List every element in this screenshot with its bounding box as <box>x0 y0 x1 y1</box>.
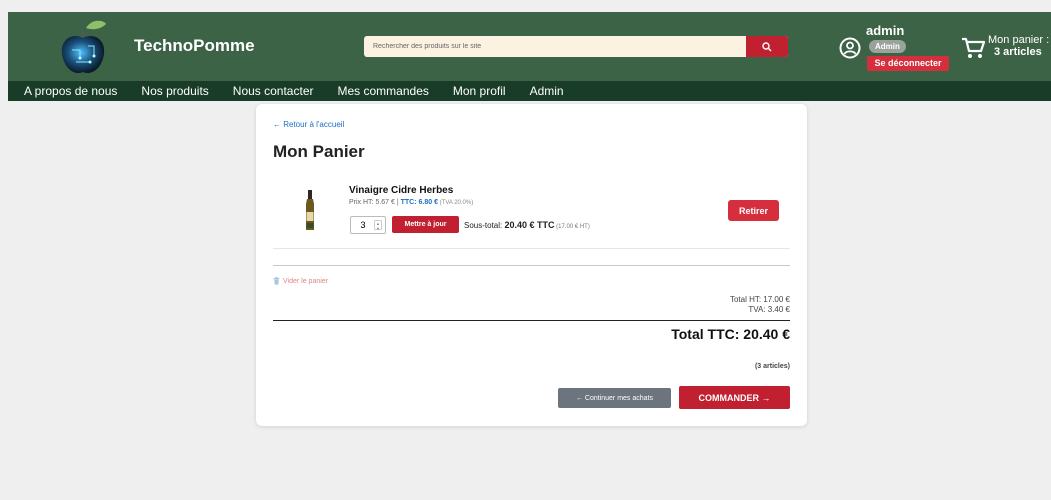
total-tva: TVA: 3.40 € <box>748 305 790 314</box>
search-icon <box>762 41 772 51</box>
update-quantity-button[interactable]: Mettre à jour <box>392 216 459 233</box>
search-input[interactable] <box>364 36 746 57</box>
nav-item-about[interactable]: A propos de nous <box>24 84 117 98</box>
subtotal-ht: (17.00 € HT) <box>554 224 590 230</box>
trash-icon <box>273 277 280 285</box>
totals-divider <box>273 320 790 321</box>
continue-shopping-button[interactable]: ← Continuer mes achats <box>558 388 671 408</box>
quantity-input[interactable] <box>353 218 373 232</box>
nav-item-profile[interactable]: Mon profil <box>453 84 506 98</box>
total-ht: Total HT: 17.00 € <box>729 295 790 304</box>
order-button[interactable]: COMMANDER → <box>679 386 790 409</box>
clear-cart-link[interactable]: Vider le panier <box>273 277 328 285</box>
top-header: TechnoPomme admin Admin Se déconnecter M… <box>8 12 1051 81</box>
product-image <box>306 190 314 230</box>
nav-item-orders[interactable]: Mes commandes <box>338 84 429 98</box>
cart-card: ← Retour à l'accueil Mon Panier Vinaigre… <box>256 104 807 426</box>
nav-item-contact[interactable]: Nous contacter <box>233 84 314 98</box>
logout-button[interactable]: Se déconnecter <box>867 56 949 71</box>
tva-rate: (TVA 20.0%) <box>437 200 474 206</box>
user-circle-icon[interactable] <box>839 37 861 59</box>
item-subtotal: Sous-total: 20.40 € TTC (17.00 € HT) <box>464 220 590 230</box>
cart-count[interactable]: 3 articles <box>994 46 1042 58</box>
apple-logo-icon[interactable] <box>52 16 114 78</box>
nav-item-products[interactable]: Nos produits <box>141 84 208 98</box>
quantity-stepper: ▲▼ <box>350 216 386 234</box>
remove-item-button[interactable]: Retirer <box>728 200 779 221</box>
article-count: (3 articles) <box>754 363 790 370</box>
product-price: Prix HT: 5.67 € | TTC: 6.80 € (TVA 20.0%… <box>349 199 473 206</box>
back-to-home-link[interactable]: ← Retour à l'accueil <box>273 120 344 129</box>
main-nav: A propos de nous Nos produits Nous conta… <box>8 81 1051 101</box>
brand-name[interactable]: TechnoPomme <box>134 36 255 56</box>
user-name: admin <box>866 23 905 38</box>
total-ttc: Total TTC: 20.40 € <box>671 326 790 342</box>
subtotal-label: Sous-total: <box>464 221 505 230</box>
stepper-arrows-icon[interactable]: ▲ ▼ <box>374 220 382 231</box>
search-bar <box>364 36 788 57</box>
price-ht: Prix HT: 5.67 € | <box>349 199 401 206</box>
section-divider <box>273 265 790 266</box>
clear-cart-label: Vider le panier <box>283 277 329 285</box>
shopping-cart-icon[interactable] <box>961 36 986 60</box>
cart-label[interactable]: Mon panier : <box>988 34 1049 46</box>
nav-item-admin[interactable]: Admin <box>530 84 564 98</box>
item-divider <box>273 248 790 249</box>
page-title: Mon Panier <box>273 142 365 161</box>
search-button[interactable] <box>746 36 788 57</box>
price-ttc: TTC: 6.80 € <box>400 199 438 206</box>
role-badge: Admin <box>869 40 906 53</box>
subtotal-ttc: 20.40 € TTC <box>504 220 555 230</box>
product-name[interactable]: Vinaigre Cidre Herbes <box>349 185 453 196</box>
